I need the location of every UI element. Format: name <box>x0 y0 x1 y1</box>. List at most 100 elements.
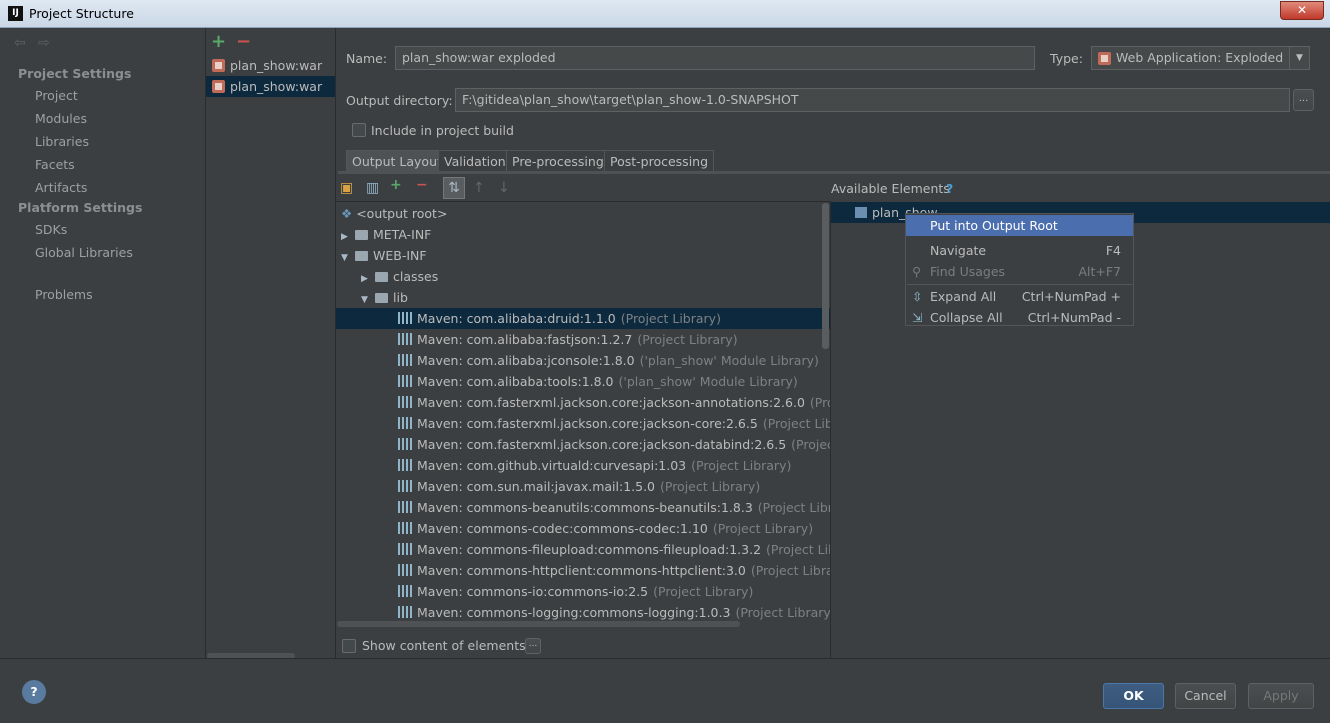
library-name: Maven: commons-io:commons-io:2.5 <box>417 584 649 599</box>
cancel-button[interactable]: Cancel <box>1175 683 1236 709</box>
library-scope: (Project Library) <box>620 311 721 326</box>
type-select[interactable]: Web Application: Exploded ▼ <box>1091 46 1310 70</box>
library-name: Maven: commons-codec:commons-codec:1.10 <box>417 521 708 536</box>
library-scope: (Project Library) <box>660 479 761 494</box>
library-icon <box>398 333 414 345</box>
library-icon <box>398 522 414 534</box>
name-label: Name: <box>346 51 388 66</box>
library-scope: (Project Library) <box>653 584 754 599</box>
output-root-icon: ❖ <box>341 206 353 221</box>
library-icon <box>398 564 414 576</box>
apply-button[interactable]: Apply <box>1248 683 1314 709</box>
project-settings-heading: Project Settings <box>18 66 132 81</box>
intellij-icon: IJ <box>8 6 23 21</box>
sidebar-item-sdks[interactable]: SDKs <box>35 222 67 237</box>
tree-row-library[interactable]: Maven: com.alibaba:fastjson:1.2.7 (Projec… <box>336 329 830 350</box>
library-scope: (Project Library) <box>691 458 792 473</box>
add-element-icon[interactable]: + <box>390 177 402 193</box>
library-scope: (Project Library) <box>712 521 814 536</box>
tree-row-web-inf[interactable]: ▼ WEB-INF <box>336 245 830 266</box>
show-content-checkbox[interactable] <box>342 639 356 653</box>
sidebar-item-problems[interactable]: Problems <box>35 287 93 302</box>
add-artifact-icon[interactable]: + <box>211 31 226 52</box>
include-build-checkbox[interactable] <box>352 123 366 137</box>
move-up-icon[interactable]: ↑ <box>473 180 485 196</box>
tree-row-library[interactable]: Maven: com.fasterxml.jackson.core:jackso… <box>336 392 830 413</box>
tree-row-library[interactable]: Maven: commons-codec:commons-codec:1.10 (… <box>336 518 830 539</box>
war-icon <box>212 80 225 93</box>
artifact-list: + − plan_show:war plan_show:war <box>206 28 336 659</box>
tree-row-library[interactable]: Maven: com.fasterxml.jackson.core:jackso… <box>336 413 830 434</box>
tree-row-library[interactable]: Maven: com.fasterxml.jackson.core:jackso… <box>336 434 830 455</box>
title-bar: IJ Project Structure ✕ <box>0 0 1330 28</box>
tab-pre-processing[interactable]: Pre-processing <box>506 150 610 172</box>
tree-row-library[interactable]: Maven: commons-logging:commons-logging:1… <box>336 602 830 623</box>
library-scope: ('plan_show' Module Library) <box>618 374 798 389</box>
tree-row-library[interactable]: Maven: commons-fileupload:commons-fileup… <box>336 539 830 560</box>
remove-artifact-icon[interactable]: − <box>236 31 251 52</box>
library-scope: (Project Libra <box>791 437 830 452</box>
sidebar-item-libraries[interactable]: Libraries <box>35 134 89 149</box>
menu-item-find-usages[interactable]: ⚲ Find Usages Alt+F7 <box>906 261 1133 282</box>
show-content-options-button[interactable]: ... <box>525 638 541 654</box>
tree-row-library[interactable]: Maven: com.alibaba:tools:1.8.0 ('plan_sho… <box>336 371 830 392</box>
help-button[interactable]: ? <box>22 680 46 704</box>
archive-icon[interactable]: ▥ <box>366 180 379 196</box>
library-name: Maven: com.sun.mail:javax.mail:1.5.0 <box>417 479 655 494</box>
name-input[interactable]: plan_show:war exploded <box>395 46 1035 70</box>
tree-row-library[interactable]: Maven: com.sun.mail:javax.mail:1.5.0 (Pro… <box>336 476 830 497</box>
folder-icon <box>355 230 368 240</box>
menu-item-expand-all[interactable]: ⇳ Expand All Ctrl+NumPad + <box>906 286 1133 307</box>
artifact-item-selected[interactable]: plan_show:war <box>206 76 335 97</box>
tree-row-lib[interactable]: ▼ lib <box>336 287 830 308</box>
platform-settings-heading: Platform Settings <box>18 200 143 215</box>
ok-button[interactable]: OK <box>1103 683 1164 709</box>
forward-arrow-icon[interactable]: ⇨ <box>38 35 50 51</box>
sidebar-item-facets[interactable]: Facets <box>35 157 75 172</box>
menu-separator <box>907 284 1132 285</box>
library-name: Maven: com.fasterxml.jackson.core:jackso… <box>417 437 787 452</box>
tree-row-library[interactable]: Maven: com.github.virtuald:curvesapi:1.0… <box>336 455 830 476</box>
tree-row-classes[interactable]: ▶ classes <box>336 266 830 287</box>
folder-icon <box>375 272 388 282</box>
tab-post-processing[interactable]: Post-processing <box>604 150 715 172</box>
tab-validation[interactable]: Validation <box>438 150 512 172</box>
menu-item-navigate[interactable]: Navigate F4 <box>906 240 1133 261</box>
tree-row-library[interactable]: Maven: commons-httpclient:commons-httpcl… <box>336 560 830 581</box>
sidebar-item-project[interactable]: Project <box>35 88 78 103</box>
tree-row-meta-inf[interactable]: ▶ META-INF <box>336 224 830 245</box>
library-icon <box>398 606 414 618</box>
new-folder-icon[interactable]: ▣ <box>340 180 353 196</box>
artifact-item[interactable]: plan_show:war <box>206 55 335 76</box>
tree-row-library[interactable]: Maven: com.alibaba:druid:1.1.0 (Project L… <box>336 308 830 329</box>
move-down-icon[interactable]: ↓ <box>498 180 510 196</box>
sidebar-item-global-libraries[interactable]: Global Libraries <box>35 245 133 260</box>
menu-item-put-into-output-root[interactable]: Put into Output Root <box>906 215 1133 236</box>
library-scope: (Project Library) <box>637 332 738 347</box>
tab-output-layout[interactable]: Output Layout <box>346 150 448 172</box>
tree-row-library[interactable]: Maven: commons-beanutils:commons-beanuti… <box>336 497 830 518</box>
library-scope: ('plan_show' Module Library) <box>639 353 819 368</box>
tree-vertical-scrollbar[interactable] <box>822 203 829 349</box>
tree-horizontal-scrollbar[interactable] <box>337 621 740 627</box>
available-elements-label: Available Elements <box>831 181 950 196</box>
library-icon <box>398 585 414 597</box>
library-scope: (Project Li <box>809 395 830 410</box>
back-arrow-icon[interactable]: ⇦ <box>14 35 26 51</box>
browse-button[interactable]: ... <box>1293 89 1314 111</box>
output-directory-input[interactable]: F:\gitidea\plan_show\target\plan_show-1.… <box>455 88 1290 112</box>
help-question-icon[interactable]: ? <box>946 181 953 196</box>
tree-row-library[interactable]: Maven: com.alibaba:jconsole:1.8.0 ('plan_… <box>336 350 830 371</box>
sidebar-item-artifacts[interactable]: Artifacts <box>35 180 87 195</box>
library-icon <box>398 501 414 513</box>
sidebar-item-modules[interactable]: Modules <box>35 111 87 126</box>
tree-row-output-root[interactable]: ❖ <output root> <box>336 203 830 224</box>
remove-element-icon[interactable]: − <box>416 177 428 193</box>
tree-row-library[interactable]: Maven: commons-io:commons-io:2.5 (Project… <box>336 581 830 602</box>
settings-sidebar: ⇦ ⇨ Project Settings Project Modules Lib… <box>0 28 206 658</box>
sort-icon[interactable]: ⇅ <box>443 177 465 199</box>
close-button[interactable]: ✕ <box>1280 1 1324 20</box>
library-scope: (Project Library) <box>735 605 830 620</box>
menu-item-collapse-all[interactable]: ⇲ Collapse All Ctrl+NumPad - <box>906 307 1133 328</box>
library-name: Maven: com.fasterxml.jackson.core:jackso… <box>417 416 758 431</box>
